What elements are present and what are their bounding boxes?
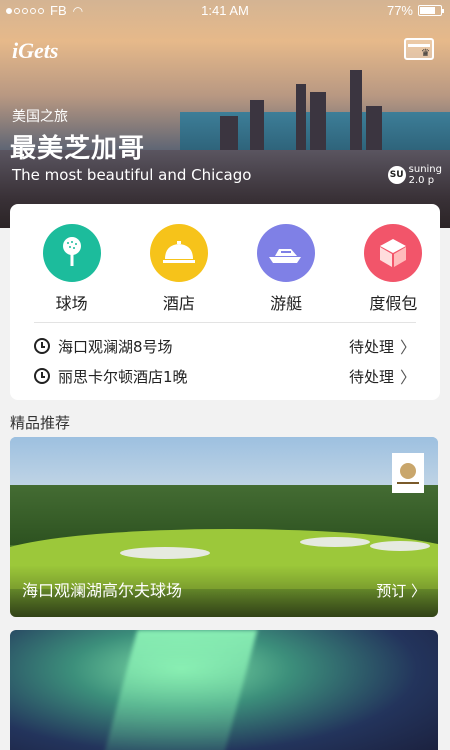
status-bar: FB ◠ 1:41 AM 77% xyxy=(0,0,450,22)
suning-logo-icon: SU xyxy=(387,166,406,184)
recommendation-card[interactable] xyxy=(10,630,438,750)
card-image-aurora xyxy=(102,630,258,750)
recommendation-card[interactable]: 海口观澜湖高尔夫球场 预订 〉 xyxy=(10,437,438,617)
task-row[interactable]: 海口观澜湖8号场 待处理 〉 xyxy=(34,334,416,358)
clock-icon xyxy=(34,368,50,384)
golf-icon xyxy=(42,224,101,282)
suning-label: suning xyxy=(408,164,442,175)
recommendation-title: 海口观澜湖高尔夫球场 xyxy=(22,581,183,600)
service-golf-label: 球场 xyxy=(55,294,88,313)
service-card: 球场 酒店 游艇 度假包 海口观澜湖8号场 待处理 〉 丽思卡尔顿酒店1晚 待处… xyxy=(10,204,440,400)
task-row[interactable]: 丽思卡尔顿酒店1晚 待处理 〉 xyxy=(34,364,416,388)
building xyxy=(310,92,326,150)
service-grid: 球场 酒店 游艇 度假包 xyxy=(10,224,440,314)
chevron-right-icon: 〉 xyxy=(410,582,426,600)
suning-badge: SU suning 2.0 p xyxy=(387,164,442,186)
book-button-label: 预订 xyxy=(376,582,407,600)
membership-card-icon[interactable] xyxy=(404,38,434,60)
chevron-right-icon: 〉 xyxy=(399,368,416,387)
task-name: 丽思卡尔顿酒店1晚 xyxy=(58,367,188,386)
card-image-bunker xyxy=(300,537,370,547)
hotel-bell-icon xyxy=(149,224,208,282)
service-yacht[interactable]: 游艇 xyxy=(240,224,333,314)
app-logo: iGets xyxy=(12,38,59,63)
hero-english-caption: The most beautiful and Chicago xyxy=(12,166,252,184)
building xyxy=(366,106,382,150)
service-vacation-package[interactable]: 度假包 xyxy=(347,224,440,314)
hero-banner[interactable]: FB ◠ 1:41 AM 77% iGets 美国之旅 最美芝加哥 The mo… xyxy=(0,0,450,228)
task-name: 海口观澜湖8号场 xyxy=(58,337,173,356)
card-image-bunker xyxy=(370,541,430,551)
battery-icon xyxy=(418,5,444,16)
hero-subtitle: 美国之旅 xyxy=(12,109,68,125)
task-status: 待处理 xyxy=(348,337,394,356)
service-hotel[interactable]: 酒店 xyxy=(132,224,225,314)
building xyxy=(296,84,306,150)
yacht-icon xyxy=(257,224,316,282)
task-status: 待处理 xyxy=(348,367,394,386)
clock-time: 1:41 AM xyxy=(201,3,249,18)
club-logo-icon xyxy=(392,453,424,493)
building xyxy=(220,116,238,150)
book-button[interactable]: 预订 〉 xyxy=(376,580,426,601)
battery-percent: 77% xyxy=(386,3,413,18)
package-icon xyxy=(364,224,423,282)
building xyxy=(250,100,264,150)
chevron-right-icon: 〉 xyxy=(399,338,416,357)
divider xyxy=(34,322,416,323)
service-vacation-label: 度假包 xyxy=(369,294,418,313)
service-yacht-label: 游艇 xyxy=(270,294,303,313)
building xyxy=(350,70,362,150)
service-golf[interactable]: 球场 xyxy=(25,224,118,314)
section-title: 精品推荐 xyxy=(10,414,71,432)
suning-version: 2.0 p xyxy=(408,175,435,186)
clock-icon xyxy=(34,338,50,354)
service-hotel-label: 酒店 xyxy=(162,294,195,313)
hero-title: 最美芝加哥 xyxy=(10,134,146,164)
card-image-bunker xyxy=(120,547,210,559)
